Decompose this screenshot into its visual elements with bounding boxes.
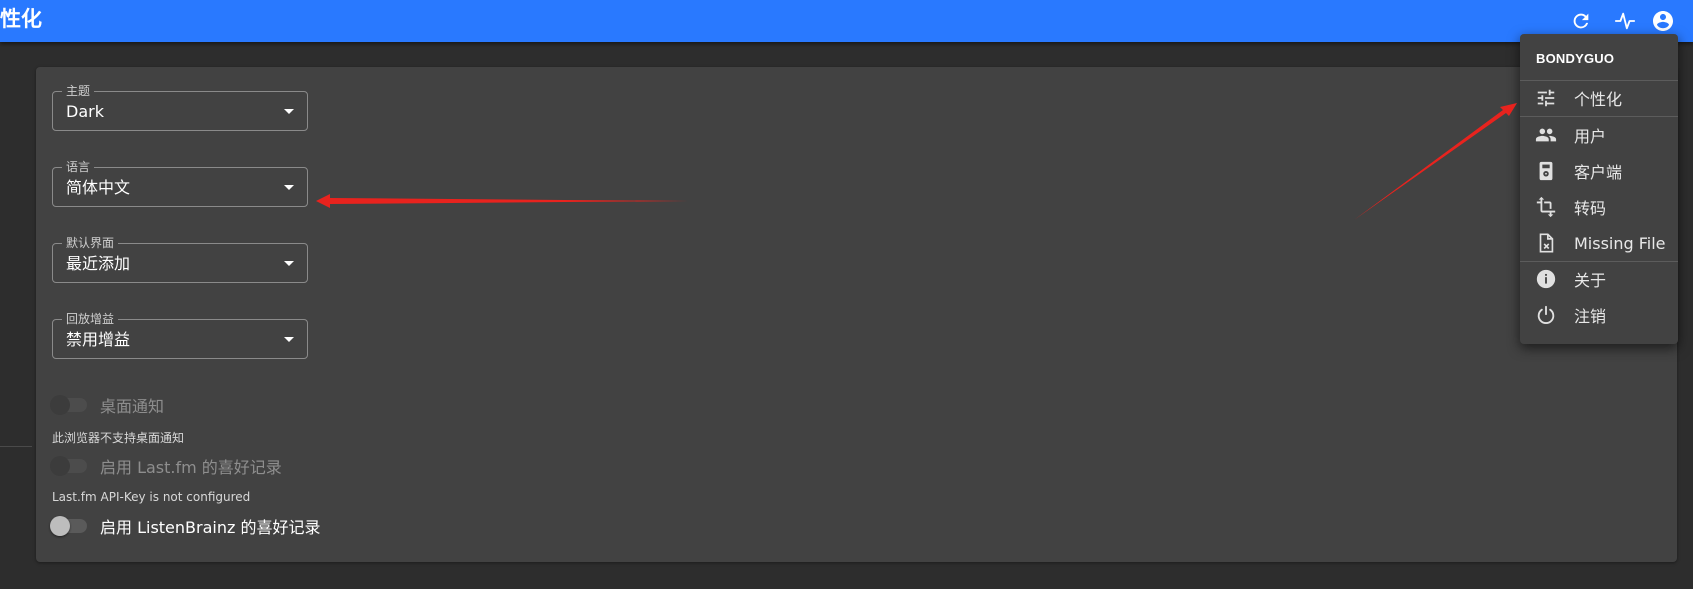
listenbrainz-scrobble-toggle[interactable] — [50, 516, 88, 536]
menu-item-label: 关于 — [1574, 271, 1607, 290]
menu-item-label: 客户端 — [1574, 163, 1623, 182]
theme-value: Dark — [66, 102, 104, 121]
replay-gain-value: 禁用增益 — [66, 330, 131, 349]
sidebar-divider — [0, 446, 32, 447]
listenbrainz-toggle-row: 启用 ListenBrainz 的喜好记录 — [50, 515, 320, 537]
menu-username: BONDYGUO — [1536, 51, 1615, 66]
menu-item-label: Missing File — [1574, 233, 1666, 253]
player-icon — [1534, 159, 1558, 183]
page-title: 性化 — [0, 7, 42, 31]
info-icon — [1534, 267, 1558, 291]
power-icon — [1534, 303, 1558, 327]
desktop-notifications-label: 桌面通知 — [100, 397, 165, 416]
transform-icon — [1534, 195, 1558, 219]
desktop-notifications-toggle-row: 桌面通知 — [50, 394, 164, 416]
menu-item-personal[interactable]: 个性化 — [1520, 81, 1678, 115]
menu-item-label: 注销 — [1574, 307, 1607, 326]
menu-item-label: 用户 — [1574, 127, 1607, 146]
listenbrainz-scrobble-label: 启用 ListenBrainz 的喜好记录 — [100, 518, 321, 537]
caret-down-icon — [284, 185, 294, 190]
default-view-select[interactable]: 默认界面 最近添加 — [52, 236, 308, 283]
menu-item-label: 转码 — [1574, 199, 1607, 218]
settings-card — [36, 67, 1677, 562]
lastfm-scrobble-label: 启用 Last.fm 的喜好记录 — [100, 458, 282, 477]
tune-icon — [1534, 86, 1558, 110]
people-icon — [1534, 123, 1558, 147]
language-select[interactable]: 语言 简体中文 — [52, 160, 308, 207]
replay-gain-select[interactable]: 回放增益 禁用增益 — [52, 312, 308, 359]
caret-down-icon — [284, 109, 294, 114]
menu-divider — [1520, 116, 1678, 117]
desktop-notifications-toggle[interactable] — [50, 395, 88, 415]
replay-gain-label: 回放增益 — [62, 312, 119, 326]
lastfm-helper: Last.fm API-Key is not configured — [52, 490, 251, 504]
caret-down-icon — [284, 337, 294, 342]
menu-item-missing-file[interactable]: Missing File — [1520, 226, 1678, 260]
language-value: 简体中文 — [66, 178, 131, 197]
lastfm-toggle-row: 启用 Last.fm 的喜好记录 — [50, 455, 282, 477]
app-bar: 性化 — [0, 0, 1693, 42]
desktop-notifications-helper: 此浏览器不支持桌面通知 — [52, 431, 185, 445]
theme-label: 主题 — [62, 84, 95, 98]
default-view-label: 默认界面 — [62, 236, 119, 250]
default-view-value: 最近添加 — [66, 254, 131, 273]
menu-item-label: 个性化 — [1574, 90, 1623, 109]
menu-item-about[interactable]: 关于 — [1520, 262, 1678, 296]
activity-icon[interactable] — [1612, 8, 1638, 34]
menu-item-users[interactable]: 用户 — [1520, 118, 1678, 152]
menu-item-transcoding[interactable]: 转码 — [1520, 190, 1678, 224]
user-menu: BONDYGUO 个性化 用户 客户端 转码 Missing File 关于 注… — [1520, 34, 1678, 344]
refresh-icon[interactable] — [1568, 8, 1594, 34]
menu-item-clients[interactable]: 客户端 — [1520, 154, 1678, 188]
account-circle-icon[interactable] — [1650, 8, 1676, 34]
lastfm-scrobble-toggle[interactable] — [50, 456, 88, 476]
menu-item-logout[interactable]: 注销 — [1520, 298, 1678, 332]
missing-file-icon — [1534, 231, 1558, 255]
caret-down-icon — [284, 261, 294, 266]
theme-select[interactable]: 主题 Dark — [52, 84, 308, 131]
language-label: 语言 — [62, 160, 95, 174]
